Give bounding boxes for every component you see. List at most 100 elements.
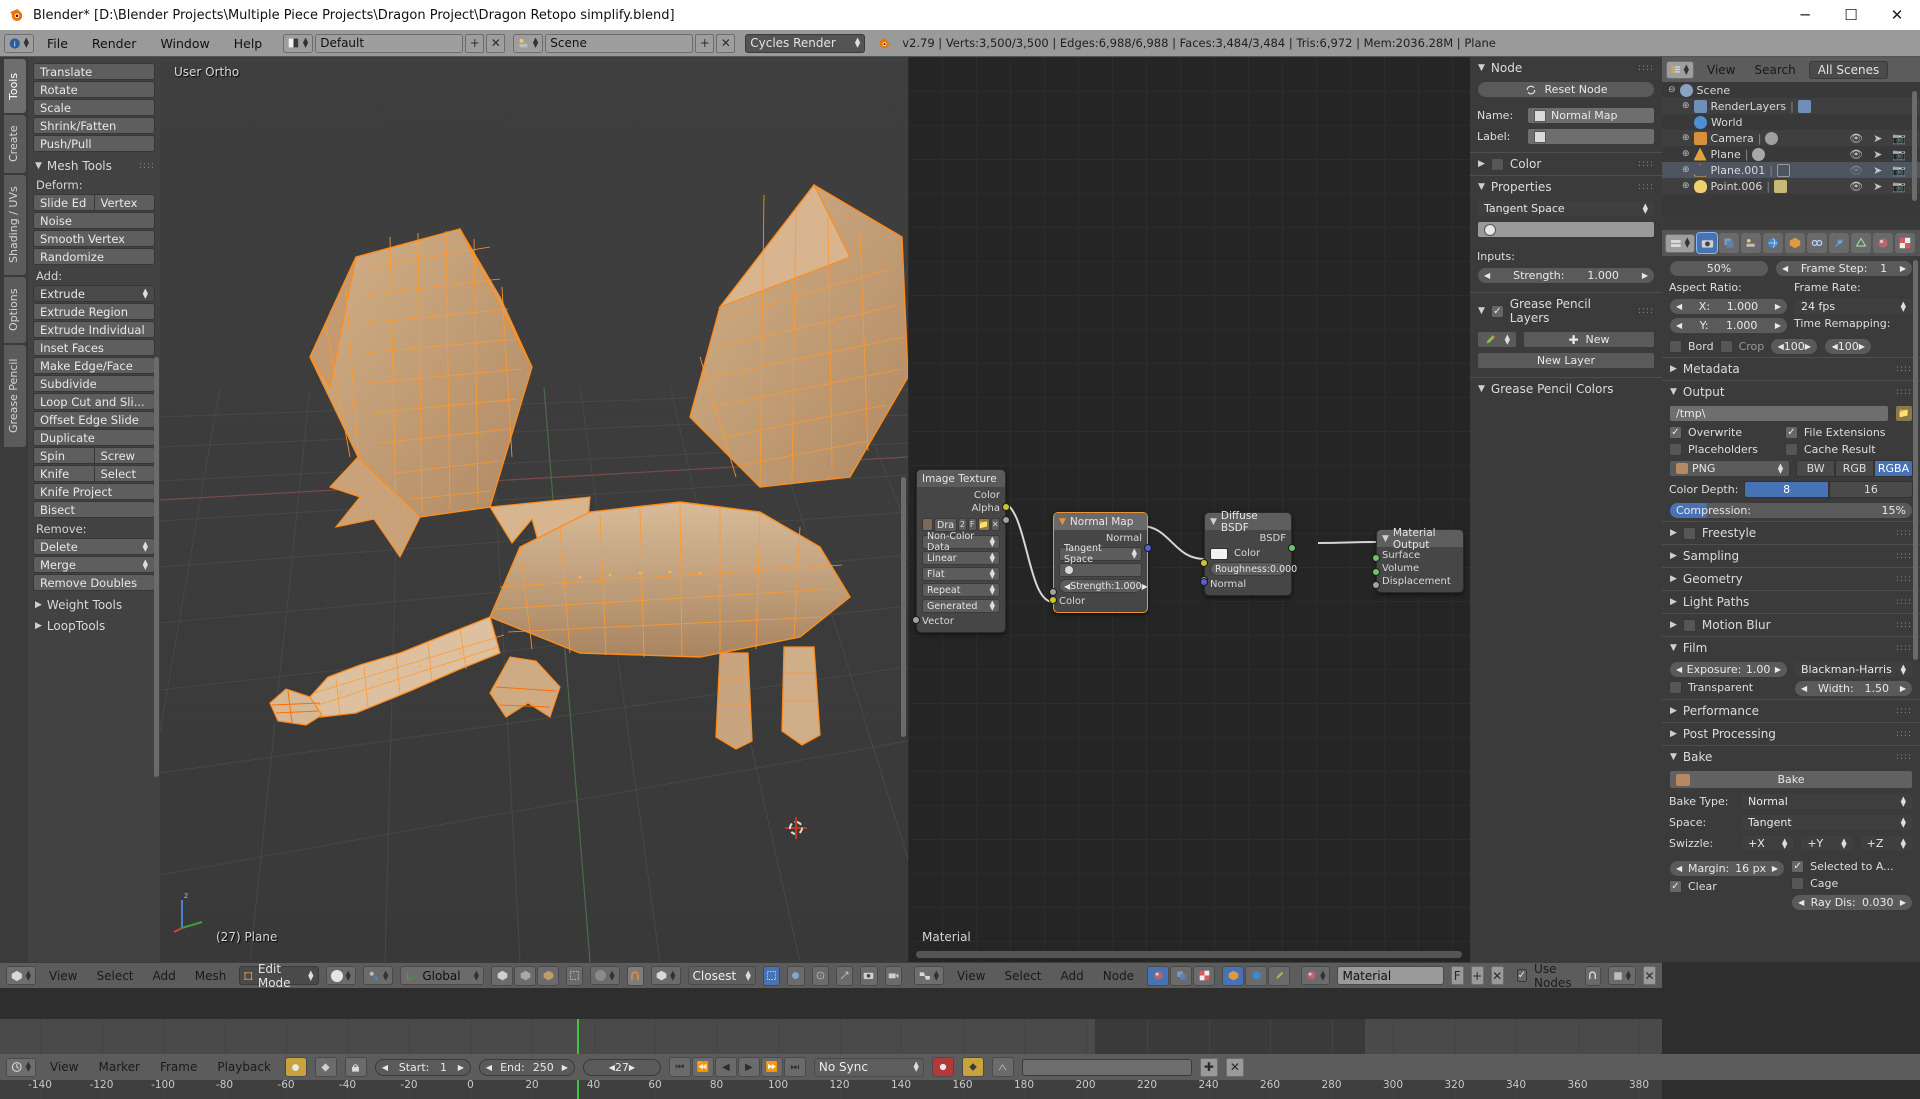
colorspace-field[interactable]: Non-Color Data ▲ ▼ [922,531,1000,553]
node-diffuse-bsdf-header[interactable]: ▼ Diffuse BSDF [1205,510,1291,534]
tool-noise[interactable]: Noise [33,212,155,229]
vertex-select-mode-button[interactable] [491,965,514,986]
geometry-section-header[interactable]: ▶ Geometry :::: [1662,567,1920,590]
chevron-left-icon[interactable]: ◀ [486,1063,492,1072]
expand-icon[interactable]: ⊕ [1682,181,1690,191]
record-button[interactable] [931,1057,954,1077]
aspect-y-field[interactable]: ◀ Y: 1.000 ▶ [1669,317,1788,334]
chevron-right-icon[interactable]: ▶ [1900,264,1906,273]
face-select-mode-button[interactable] [537,965,560,986]
chevron-right-icon[interactable]: ▶ [1142,582,1148,591]
resolution-percentage-field[interactable]: 50% [1669,260,1769,277]
chevron-right-icon[interactable]: ▶ [629,1063,635,1072]
mesh-tools-panel-header[interactable]: ▼ Mesh Tools :::: [35,159,155,173]
node-menu-select[interactable]: Select [998,968,1047,984]
placeholders-checkbox[interactable] [1669,443,1682,456]
margin-field[interactable]: ◀ Margin: 16 px ▶ [1669,860,1786,877]
swizzle-x-field[interactable]: +X ▲ ▼ [1741,835,1795,852]
tool-duplicate[interactable]: Duplicate [33,429,155,446]
pivot-point-selector[interactable]: ▲ ▼ [362,966,394,985]
current-frame-field[interactable]: ◀ 27 ▶ [582,1058,661,1076]
selectable-cursor-icon[interactable]: ➤ [1873,148,1882,161]
node-editor-hscrollbar[interactable] [916,951,1462,958]
tool-randomize[interactable]: Randomize [33,248,155,265]
tool-smooth-vertex[interactable]: Smooth Vertex [33,230,155,247]
chevron-right-icon[interactable]: ▶ [1775,321,1781,330]
outliner-editor[interactable]: ▲ ▼ View Search All Scenes ⊖ Scene ⊕ Rend… [1662,57,1920,217]
filter-type-field[interactable]: Blackman-Harris ▲ ▼ [1794,661,1913,678]
overwrite-checkbox[interactable]: ✓ [1669,426,1682,439]
border-checkbox[interactable] [1669,340,1682,353]
selectable-cursor-icon[interactable]: ➤ [1873,180,1882,193]
bake-type-field[interactable]: Normal ▲ ▼ [1741,793,1913,810]
render-engine-selector[interactable]: Cycles Render ▲ ▼ [745,33,866,53]
post-processing-section-header[interactable]: ▶ Post Processing :::: [1662,722,1920,745]
selected-to-active-checkbox[interactable]: ✓ [1791,860,1805,873]
socket-strength-in[interactable] [1049,588,1057,596]
tool-translate[interactable]: Translate [33,63,155,80]
socket-displacement-in[interactable] [1372,581,1380,589]
grease-pencil-datablock-button[interactable]: ▲ ▼ [1477,331,1517,348]
properties-tab-world[interactable] [1763,233,1783,253]
editor-type-selector[interactable]: i ▲ ▼ [4,33,34,53]
socket-bsdf-out[interactable] [1288,544,1296,552]
chevron-left-icon[interactable]: ◀ [1676,665,1682,674]
grease-pencil-layers-checkbox[interactable]: ✓ [1490,304,1504,318]
unlink-image-button[interactable]: ✕ [990,518,1001,531]
looptools-panel-header[interactable]: ▶ LoopTools [35,619,155,633]
properties-tab-texture[interactable] [1895,233,1915,253]
selectable-cursor-icon[interactable]: ➤ [1873,132,1882,145]
node-diffuse-bsdf[interactable]: ▼ Diffuse BSDF BSDF Color Roughness: 0.0… [1200,510,1297,596]
node-editor[interactable]: Image Texture Color Alpha Dra 2 F 📁 ✕ No… [908,57,1470,962]
node-input-displacement[interactable]: Displacement [1382,575,1458,588]
grease-pencil-new-button[interactable]: ✚ New [1523,331,1655,348]
collapse-icon[interactable]: ⊖ [1668,85,1676,95]
keyframe-type-button[interactable] [991,1057,1014,1077]
outliner-scrollbar[interactable] [1912,91,1917,201]
timeline-menu-playback[interactable]: Playback [211,1059,277,1075]
node-menu-node[interactable]: Node [1097,968,1140,984]
linestyle-shader-button[interactable] [1268,965,1291,986]
freestyle-section-header[interactable]: ▶ Freestyle :::: [1662,521,1920,544]
frame-step-field[interactable]: ◀ Frame Step: 1 ▶ [1775,260,1913,277]
strength-field[interactable]: ◀ Strength: 1.000 ▶ [1059,579,1148,593]
node-output-bsdf[interactable]: BSDF [1210,532,1286,545]
screen-layout-icon-button[interactable]: ▲ ▼ [283,33,314,53]
cage-checkbox[interactable] [1791,877,1805,890]
folder-browse-icon[interactable]: 📁 [1895,405,1913,422]
tool-push-pull[interactable]: Push/Pull [33,135,155,152]
timeline-editor-type-button[interactable]: ▲ ▼ [6,1057,36,1077]
node-label-field[interactable] [1527,128,1655,145]
ray-distance-field[interactable]: ◀ Ray Dis: 0.030 ▶ [1791,894,1913,911]
tool-knife-project[interactable]: Knife Project [33,483,155,500]
properties-editor-type-button[interactable]: ▲ ▼ [1665,233,1695,253]
renderable-camera-icon[interactable]: 📷 [1892,164,1906,177]
tool-offset-edge-slide[interactable]: Offset Edge Slide [33,411,155,428]
chevron-left-icon[interactable]: ◀ [1798,898,1804,907]
occlude-geometry-button[interactable] [787,965,805,986]
screen-layout-name[interactable]: Default [315,33,464,53]
tool-rotate[interactable]: Rotate [33,81,155,98]
world-shader-button[interactable] [1245,965,1268,986]
projection-field[interactable]: Flat ▲ ▼ [922,567,1000,581]
toolshelf-tab-options[interactable]: Options [4,277,26,343]
toolshelf-tab-grease-pencil[interactable]: Grease Pencil [4,345,26,447]
play-reverse-button[interactable]: ◀ [714,1057,737,1077]
outliner-editor-type-button[interactable]: ▲ ▼ [1666,60,1694,79]
node-panel-header[interactable]: ▼ Node :::: [1470,57,1662,79]
socket-alpha-out[interactable] [1002,516,1010,524]
outliner-row-renderlayers[interactable]: ⊕ RenderLayers | [1662,98,1920,114]
retopology-snap-button[interactable] [762,965,781,986]
visibility-eye-icon[interactable]: 👁 [1849,180,1863,193]
node-input-surface[interactable]: Surface [1382,549,1458,562]
node-image-texture[interactable]: Image Texture Color Alpha Dra 2 F 📁 ✕ No… [912,469,1010,633]
socket-surface-in[interactable] [1372,554,1380,562]
expand-icon[interactable]: ⊕ [1682,149,1690,159]
grease-pencil-layers-header[interactable]: ▼ ✓ Grease Pencil Layers :::: [1470,292,1662,329]
chevron-left-icon[interactable]: ◀ [382,1063,388,1072]
clear-checkbox[interactable]: ✓ [1669,880,1682,893]
add-scene-button[interactable]: + [695,33,715,53]
socket-color-out[interactable] [1002,503,1010,511]
performance-section-header[interactable]: ▶ Performance :::: [1662,699,1920,722]
node-normal-map[interactable]: ▼ Normal Map Normal Tangent Space ▲ ▼ ◀ S… [1049,512,1152,613]
